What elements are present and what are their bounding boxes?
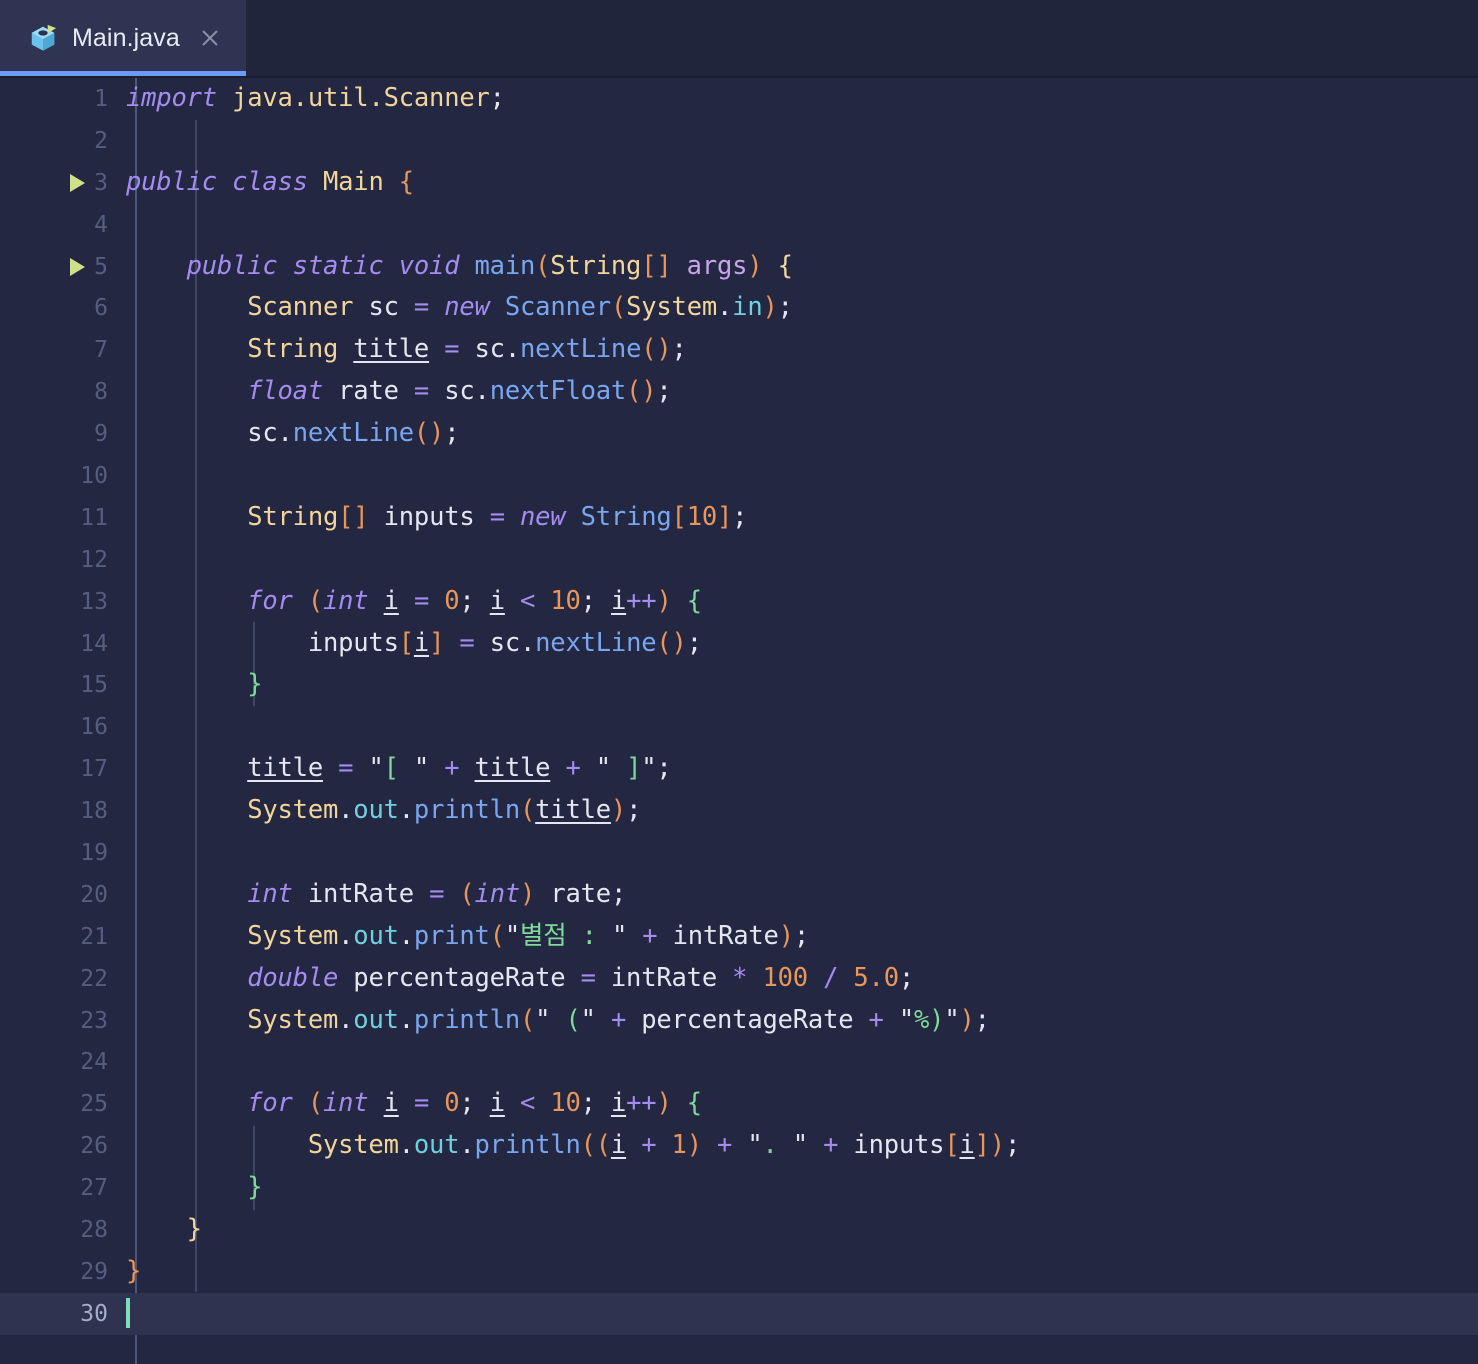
code-line[interactable]: 20 int intRate = (int) rate; — [0, 874, 1478, 916]
line-content: } — [247, 1172, 263, 1203]
java-class-icon — [31, 24, 57, 51]
line-number: 26 — [80, 1133, 108, 1160]
line-number: 17 — [80, 756, 108, 783]
line-content: System.out.println(title); — [247, 795, 642, 826]
code-line[interactable]: 17 title = "[ " + title + " ]"; — [0, 748, 1478, 790]
line-content: for (int i = 0; i < 10; i++) { — [247, 585, 702, 616]
line-content: sc.nextLine(); — [247, 418, 460, 449]
line-content: float rate = sc.nextFloat(); — [247, 376, 672, 407]
line-number: 7 — [94, 337, 108, 364]
code-line[interactable]: 28 } — [0, 1209, 1478, 1251]
line-content: int intRate = (int) rate; — [247, 878, 627, 909]
line-content: Scanner sc = new Scanner(System.in); — [247, 292, 793, 323]
line-number: 15 — [80, 672, 108, 699]
code-line[interactable]: 27 } — [0, 1167, 1478, 1209]
line-content: } — [186, 1214, 202, 1245]
line-number: 6 — [94, 295, 108, 322]
line-number: 28 — [80, 1216, 108, 1243]
code-line[interactable]: 13 for (int i = 0; i < 10; i++) { — [0, 581, 1478, 623]
line-content: public class Main { — [126, 166, 414, 197]
run-play-icon[interactable] — [70, 257, 85, 276]
line-number: 19 — [80, 839, 108, 866]
code-line[interactable]: 6 Scanner sc = new Scanner(System.in); — [0, 287, 1478, 329]
line-number: 30 — [80, 1300, 108, 1327]
line-content: inputs[i] = sc.nextLine(); — [307, 627, 702, 658]
line-number: 5 — [94, 253, 108, 280]
code-line-current[interactable]: 30 — [0, 1292, 1478, 1335]
line-number: 22 — [80, 965, 108, 992]
code-line[interactable]: 7 String title = sc.nextLine(); — [0, 329, 1478, 371]
line-content: System.out.println(" (" + percentageRate… — [247, 1004, 990, 1035]
code-line[interactable]: 3 public class Main { — [0, 162, 1478, 204]
line-number: 29 — [80, 1258, 108, 1285]
line-content: System.out.println((i + 1) + ". " + inpu… — [307, 1130, 1021, 1161]
line-content: } — [247, 669, 263, 700]
line-number: 3 — [94, 169, 108, 196]
code-line[interactable]: 24 — [0, 1041, 1478, 1083]
line-number: 25 — [80, 1091, 108, 1118]
line-number: 18 — [80, 798, 108, 825]
line-content: String title = sc.nextLine(); — [247, 334, 687, 365]
line-number: 8 — [94, 379, 108, 406]
line-content — [118, 1293, 1478, 1335]
tab-bar-empty-area — [246, 0, 1478, 76]
line-content: for (int i = 0; i < 10; i++) { — [247, 1088, 702, 1119]
code-line[interactable]: 26 System.out.println((i + 1) + ". " + i… — [0, 1125, 1478, 1167]
line-number: 9 — [94, 421, 108, 448]
line-number: 16 — [80, 714, 108, 741]
line-number: 20 — [80, 881, 108, 908]
code-line[interactable]: 21 System.out.print("별점 : " + intRate); — [0, 916, 1478, 958]
code-line[interactable]: 18 System.out.println(title); — [0, 790, 1478, 832]
line-content: } — [126, 1255, 142, 1286]
run-play-icon[interactable] — [70, 173, 85, 192]
line-number: 2 — [94, 127, 108, 154]
line-content: double percentageRate = intRate * 100 / … — [247, 962, 915, 993]
line-content: System.out.print("별점 : " + intRate); — [247, 920, 809, 951]
code-line[interactable]: 2 — [0, 120, 1478, 162]
line-number: 27 — [80, 1175, 108, 1202]
close-icon[interactable] — [198, 26, 222, 50]
code-editor-area[interactable]: 1 import java.util.Scanner; 2 3 public c… — [0, 78, 1478, 1364]
code-line[interactable]: 5 public static void main(String[] args)… — [0, 246, 1478, 288]
line-number: 24 — [80, 1049, 108, 1076]
line-number: 11 — [80, 504, 108, 531]
line-number: 1 — [94, 85, 108, 112]
code-line[interactable]: 15 } — [0, 664, 1478, 706]
line-content: title = "[ " + title + " ]"; — [247, 753, 672, 784]
tab-main-java[interactable]: Main.java — [0, 0, 246, 76]
line-number: 21 — [80, 923, 108, 950]
code-line[interactable]: 12 — [0, 539, 1478, 581]
line-number: 4 — [94, 211, 108, 238]
line-number: 23 — [80, 1007, 108, 1034]
line-number: 10 — [80, 462, 108, 489]
editor-tab-bar: Main.java — [0, 0, 1478, 78]
code-line[interactable]: 8 float rate = sc.nextFloat(); — [0, 371, 1478, 413]
line-number: 14 — [80, 630, 108, 657]
code-line[interactable]: 23 System.out.println(" (" + percentageR… — [0, 1000, 1478, 1042]
code-line[interactable]: 4 — [0, 204, 1478, 246]
tab-label: Main.java — [72, 23, 180, 52]
code-line[interactable]: 19 — [0, 832, 1478, 874]
line-content: public static void main(String[] args) { — [186, 250, 793, 281]
line-number: 12 — [80, 546, 108, 573]
code-line[interactable]: 14 inputs[i] = sc.nextLine(); — [0, 623, 1478, 665]
code-line[interactable]: 29 } — [0, 1251, 1478, 1293]
line-number: 13 — [80, 588, 108, 615]
code-line[interactable]: 16 — [0, 706, 1478, 748]
code-line[interactable]: 9 sc.nextLine(); — [0, 413, 1478, 455]
code-line[interactable]: 25 for (int i = 0; i < 10; i++) { — [0, 1083, 1478, 1125]
code-line[interactable]: 10 — [0, 455, 1478, 497]
code-line[interactable]: 1 import java.util.Scanner; — [0, 78, 1478, 120]
line-content: String[] inputs = new String[10]; — [247, 501, 748, 532]
code-line[interactable]: 11 String[] inputs = new String[10]; — [0, 497, 1478, 539]
line-content: import java.util.Scanner; — [126, 83, 505, 113]
code-line[interactable]: 22 double percentageRate = intRate * 100… — [0, 958, 1478, 1000]
text-caret — [126, 1297, 130, 1328]
